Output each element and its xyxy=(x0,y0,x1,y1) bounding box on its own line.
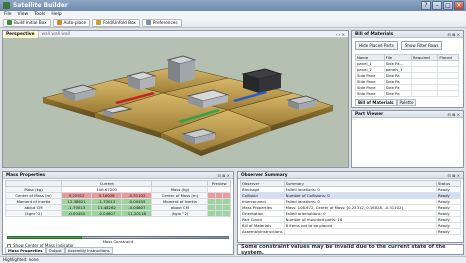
fold-unfold-box-button[interactable]: Fold/Unfold Box xyxy=(92,18,140,27)
title-bar: Satellite Builder ? – □ × xyxy=(0,0,466,11)
mass-preview-value xyxy=(207,210,216,217)
table-row[interactable]: Side Pane Side Pa xyxy=(355,90,459,97)
preferences-icon xyxy=(145,20,151,25)
tab-output[interactable]: Output xyxy=(45,247,65,254)
constraint-warning: Some constraint values may be invalid du… xyxy=(237,244,464,256)
mass-row-label: (kgm^2) xyxy=(4,210,63,217)
perspective-nav[interactable]: ‹ › × xyxy=(336,32,345,37)
menu-help[interactable]: Help xyxy=(51,12,61,17)
mass-properties-panel: Mass Properties ⊟ ⊠ × Current Preview Ma… xyxy=(2,171,234,255)
mass-current-value: -0.04607 xyxy=(91,210,123,217)
tab-mass-properties[interactable]: Mass Properties xyxy=(5,247,46,254)
fold-icon xyxy=(96,20,102,25)
tab-bill-of-materials[interactable]: Bill of Materials xyxy=(355,99,397,106)
status-bar: Highlighted: none xyxy=(0,256,466,263)
toolbar: Build Initial Box Auto-place Fold/Unfold… xyxy=(0,18,466,28)
mass-properties-body: Mass (kg) 108.67200 Mass (kg) Center of Mas… xyxy=(4,186,231,217)
minimize-button[interactable]: – xyxy=(432,1,442,10)
observer-summary-panel: Observer Summary ⊟ ⊠ × Observer Summary … xyxy=(237,171,464,243)
menu-view[interactable]: View xyxy=(18,12,29,17)
bom-tab-strip: Bill of Materials Palette xyxy=(355,99,417,106)
mass-title-bar: Mass Properties ⊟ ⊠ × xyxy=(3,172,233,179)
bom-cell xyxy=(410,90,439,97)
fold-unfold-box-label: Fold/Unfold Box xyxy=(103,20,136,25)
tab-palette[interactable]: Palette xyxy=(396,99,417,106)
tab-perspective[interactable]: Perspective xyxy=(3,30,39,38)
bom-title-bar: Bill of Materials ⊟ ⊠ × xyxy=(352,31,463,38)
bom-cell: Side Pane xyxy=(355,90,385,97)
preferences-button[interactable]: Preferences xyxy=(141,18,182,27)
build-icon xyxy=(7,20,12,25)
observer-table: Observer Summary Status Blockage Failed l… xyxy=(240,180,461,235)
maximize-button[interactable]: □ xyxy=(443,1,453,10)
help-window-button[interactable]: ? xyxy=(421,1,431,10)
bom-cell: Side Pa xyxy=(383,90,412,97)
observer-title-bar: Observer Summary ⊟ ⊠ × xyxy=(238,172,463,179)
show-filter-rows-button[interactable]: Show Filter Rows xyxy=(400,41,443,50)
autoplace-icon xyxy=(56,20,62,25)
bom-table: Name File Required Placed panel_1 Side Pa… xyxy=(355,54,459,97)
mass-preview-value xyxy=(214,210,224,217)
auto-place-label: Auto-place xyxy=(63,20,87,25)
observer-panel-controls[interactable]: ⊟ ⊠ × xyxy=(447,173,460,178)
bom-panel-controls[interactable]: ⊟ ⊠ × xyxy=(447,32,460,37)
perspective-subtitle: wall wall wall xyxy=(41,31,70,37)
tab-assembly-instructions[interactable]: Assembly Instructions xyxy=(64,247,113,254)
mass-title: Mass Properties xyxy=(6,172,46,178)
observer-title: Observer Summary xyxy=(241,172,288,178)
mass-constraint-bar: Mass Constraint xyxy=(7,235,229,244)
perspective-panel: Perspective wall wall wall ‹ › × xyxy=(2,30,349,168)
window-controls: ? – □ × xyxy=(421,1,464,10)
mass-properties-table: Current Preview Mass (kg) 108.67200 Mass (… xyxy=(4,180,231,217)
mass-panel-controls[interactable]: ⊟ ⊠ × xyxy=(217,173,230,178)
close-button[interactable]: × xyxy=(454,1,464,10)
auto-place-button[interactable]: Auto-place xyxy=(52,18,91,27)
observer-cell xyxy=(283,228,438,235)
part-viewer-panel: Part Viewer ⊟ ⊠ × xyxy=(351,110,464,168)
bom-title: Bill of Materials xyxy=(355,31,394,37)
mass-tab-strip: Mass Properties Output Assembly Instruct… xyxy=(5,247,113,254)
mass-current-value: -0.00455 xyxy=(61,210,93,217)
build-initial-box-label: Build Initial Box xyxy=(14,20,47,25)
part-viewer-controls[interactable]: ⊟ ⊠ × xyxy=(447,112,460,117)
build-initial-box-button[interactable]: Build Initial Box xyxy=(3,18,51,27)
hide-placed-parts-button[interactable]: Hide Placed Parts xyxy=(355,41,398,50)
bom-button-row: Hide Placed Parts Show Filter Rows xyxy=(352,38,463,53)
table-row[interactable]: AssemblyInstructions Ready xyxy=(240,228,461,235)
component-tower-1[interactable] xyxy=(166,55,197,83)
satellite-scene[interactable] xyxy=(3,38,348,167)
observer-body: Blockage Failed locations: 0 Ready Collisio… xyxy=(240,186,461,235)
observer-cell: Ready xyxy=(436,228,461,235)
app-window: Satellite Builder ? – □ × File View Tool… xyxy=(0,0,466,263)
observer-cell: AssemblyInstructions xyxy=(240,228,285,235)
bom-cell xyxy=(437,90,459,97)
window-title: Satellite Builder xyxy=(13,2,68,9)
menu-bar: File View Tools Help xyxy=(0,11,466,18)
part-viewer-title: Part Viewer xyxy=(355,111,384,117)
preferences-label: Preferences xyxy=(152,20,178,25)
menu-tools[interactable]: Tools xyxy=(34,12,45,17)
table-row: (kgm^2) -0.00455 -0.04607 11.20118 (kgm^2) xyxy=(4,210,231,217)
part-viewer-canvas[interactable] xyxy=(352,118,463,167)
perspective-header: Perspective wall wall wall ‹ › × xyxy=(3,30,348,38)
part-viewer-title-bar: Part Viewer ⊟ ⊠ × xyxy=(352,111,463,118)
mass-preview-label: (kgm^2) xyxy=(151,210,209,217)
mass-current-value: 11.20118 xyxy=(121,210,153,217)
bill-of-materials-panel: Bill of Materials ⊟ ⊠ × Hide Placed Part… xyxy=(351,30,464,108)
menu-file[interactable]: File xyxy=(4,12,12,17)
mass-preview-value xyxy=(222,210,231,217)
app-icon xyxy=(3,2,10,9)
3d-viewport[interactable] xyxy=(3,38,348,167)
